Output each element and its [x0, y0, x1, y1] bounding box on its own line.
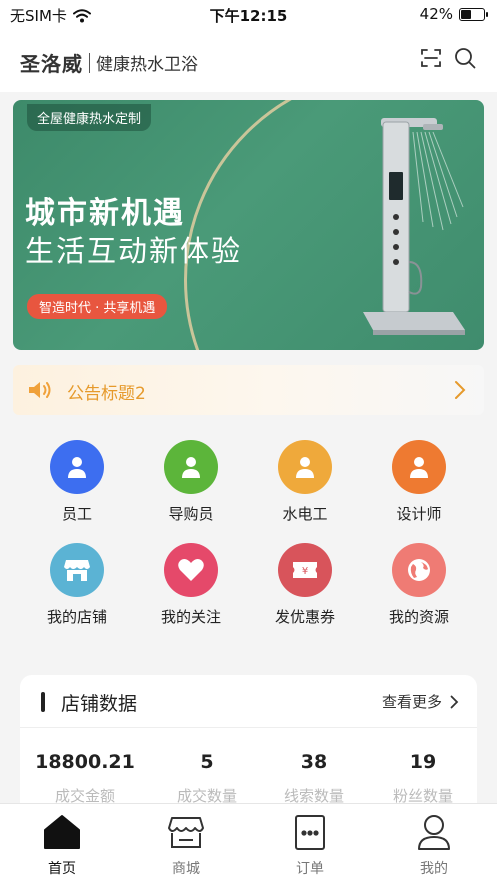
menu-item[interactable]: 我的资源	[369, 543, 469, 627]
view-more-label: 查看更多	[381, 693, 442, 711]
brand-divider	[89, 52, 90, 73]
stat-lead-count[interactable]: 38 线索数量	[259, 751, 369, 806]
app-header: 圣洛威 健康热水卫浴	[0, 30, 497, 92]
promo-banner[interactable]: 全屋健康热水定制 城市新机遇 生活互动新体验 智造时代 · 共享机遇	[13, 100, 484, 350]
view-more-link[interactable]: 查看更多	[382, 691, 459, 712]
tab-label: 商城	[172, 861, 200, 877]
announcement-title: 公告标题2	[67, 384, 146, 404]
menu-item[interactable]: 我的店铺	[27, 543, 127, 627]
menu-item-label: 导购员	[168, 505, 214, 523]
menu-item-label: 水电工	[282, 505, 328, 523]
stat-value: 38	[300, 751, 328, 773]
menu-item-label: 我的店铺	[46, 608, 107, 626]
heart-icon	[164, 543, 218, 597]
stat-value: 5	[200, 751, 214, 773]
speaker-icon	[29, 382, 51, 398]
banner-tag: 全屋健康热水定制	[27, 104, 152, 131]
globe-icon	[392, 543, 446, 597]
battery-percent: 42%	[419, 5, 453, 23]
person-icon	[278, 440, 332, 494]
menu-item-label: 发优惠券	[274, 608, 335, 626]
tab-shop[interactable]: 商城	[146, 812, 226, 878]
svg-text:¥: ¥	[302, 566, 308, 577]
stat-value: 19	[409, 751, 437, 773]
status-bar: 无SIM卡 下午12:15 42%	[0, 0, 497, 30]
chevron-right-icon	[455, 381, 466, 399]
banner-subheadline: 生活互动新体验	[25, 234, 243, 268]
brand-logo: 圣洛威	[20, 52, 83, 76]
brand-slogan: 健康热水卫浴	[96, 55, 198, 75]
section-marker	[41, 692, 45, 712]
tab-orders[interactable]: 订单	[270, 812, 350, 878]
store-data-title: 店铺数据	[61, 693, 138, 715]
menu-item[interactable]: 导购员	[141, 440, 241, 524]
tab-me[interactable]: 我的	[394, 812, 474, 878]
menu-item[interactable]: 员工	[27, 440, 127, 524]
status-right: 42%	[419, 5, 488, 23]
tab-label: 首页	[48, 861, 76, 877]
card-divider	[20, 727, 477, 728]
tab-label: 订单	[296, 861, 324, 877]
tab-home[interactable]: 首页	[22, 812, 102, 878]
search-icon[interactable]	[453, 46, 477, 70]
menu-item-label: 员工	[61, 505, 92, 523]
menu-item[interactable]: 我的关注	[141, 543, 241, 627]
shower-panel-image	[363, 118, 465, 335]
menu-item-label: 我的资源	[388, 608, 449, 626]
person-icon	[50, 440, 104, 494]
menu-item-label: 我的关注	[160, 608, 221, 626]
menu-item[interactable]: 设计师	[369, 440, 469, 524]
chevron-right-icon	[450, 695, 459, 708]
stat-deal-amount[interactable]: 18800.21 成交金额	[30, 751, 140, 806]
banner-pill: 智造时代 · 共享机遇	[27, 294, 168, 319]
brand: 圣洛威 健康热水卫浴	[20, 48, 198, 77]
person-icon	[392, 440, 446, 494]
order-icon	[295, 815, 325, 850]
home-icon	[44, 815, 80, 849]
stat-fan-count[interactable]: 19 粉丝数量	[368, 751, 478, 806]
shop-icon	[168, 817, 204, 848]
coupon-icon: ¥	[278, 543, 332, 597]
header-actions	[419, 46, 477, 70]
menu-item[interactable]: 水电工	[255, 440, 355, 524]
battery-icon	[459, 7, 488, 21]
scan-icon[interactable]	[419, 46, 443, 70]
stat-value: 18800.21	[35, 751, 135, 773]
banner-headline: 城市新机遇	[25, 196, 185, 231]
bottom-tab-bar: 首页 商城 订单 我的	[0, 803, 497, 883]
menu-item[interactable]: ¥ 发优惠券	[255, 543, 355, 627]
stat-deal-count[interactable]: 5 成交数量	[152, 751, 262, 806]
tab-label: 我的	[420, 861, 448, 877]
menu-item-label: 设计师	[396, 505, 442, 523]
store-icon	[50, 543, 104, 597]
user-icon	[418, 815, 450, 850]
announcement-bar[interactable]: 公告标题2	[13, 365, 484, 415]
person-icon	[164, 440, 218, 494]
